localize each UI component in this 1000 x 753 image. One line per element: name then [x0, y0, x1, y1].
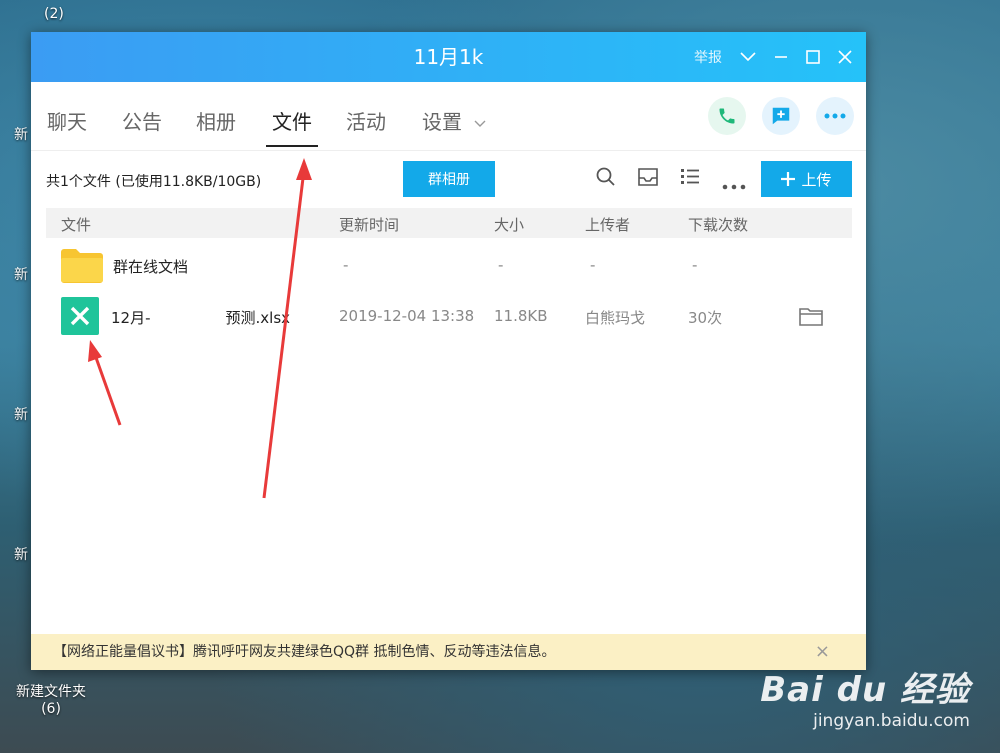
close-icon[interactable]: [838, 50, 852, 64]
group-album-button[interactable]: 群相册: [403, 161, 495, 197]
file-table-header: 文件 更新时间 大小 上传者 下载次数: [46, 208, 852, 238]
file-uploader: -: [590, 256, 596, 274]
upload-button-label: 上传: [801, 170, 832, 189]
column-header-updated[interactable]: 更新时间: [339, 214, 399, 235]
column-header-size[interactable]: 大小: [494, 214, 524, 235]
table-row[interactable]: 12月- 预测.xlsx 2019-12-04 13:38 11.8KB 白熊玛…: [46, 291, 852, 341]
desktop-icon-label-top: (2): [44, 6, 64, 22]
chat-button[interactable]: [762, 97, 800, 135]
desktop-folder-name: 新建文件夹: [16, 684, 86, 700]
column-header-uploader[interactable]: 上传者: [585, 214, 630, 235]
add-message-icon: [772, 107, 790, 125]
folder-icon: [61, 249, 103, 283]
file-uploader: 白熊玛戈: [585, 309, 646, 327]
file-name: 12月- 预测.xlsx: [111, 309, 291, 327]
report-button[interactable]: 举报: [694, 47, 722, 67]
chevron-down-icon: [474, 120, 486, 127]
phone-icon: [719, 108, 735, 124]
desktop-folder-count: (6): [41, 701, 61, 717]
file-name: 群在线文档: [113, 258, 189, 276]
table-row[interactable]: 群在线文档 - - - -: [46, 240, 852, 290]
chevron-down-icon[interactable]: [740, 52, 756, 62]
desktop-folder-label[interactable]: 新建文件夹 (6): [16, 681, 86, 717]
open-folder-icon[interactable]: [799, 306, 823, 326]
file-downloads: 30次: [688, 309, 723, 327]
watermark-url: jingyan.baidu.com: [813, 711, 970, 731]
file-size: 11.8KB: [494, 307, 548, 325]
column-header-downloads[interactable]: 下载次数: [688, 214, 748, 235]
more-dots-icon[interactable]: [722, 175, 746, 194]
search-icon[interactable]: [596, 167, 616, 191]
more-dots-icon: [824, 113, 846, 119]
file-downloads: -: [692, 256, 698, 274]
baidu-watermark: Bai du 经验 jingyan.baidu.com: [760, 662, 970, 731]
notice-bar: 【网络正能量倡议书】腾讯呼吁网友共建绿色QQ群 抵制色情、反动等违法信息。 ×: [31, 634, 866, 670]
storage-summary: 共1个文件 (已使用11.8KB/10GB): [46, 174, 262, 190]
tab-files[interactable]: 文件: [266, 106, 318, 147]
notice-text: 【网络正能量倡议书】腾讯呼吁网友共建绿色QQ群 抵制色情、反动等违法信息。: [53, 644, 556, 660]
desktop-side-label-4: 新: [14, 547, 28, 563]
tab-settings-label: 设置: [422, 110, 462, 134]
group-window: 11月1k 举报 聊天 公告 相册 文件 活动 设置 共1个文件 (已使用11.…: [31, 32, 866, 670]
minimize-icon[interactable]: [774, 50, 788, 64]
maximize-icon[interactable]: [806, 50, 820, 64]
excel-icon: [61, 297, 99, 335]
file-updated: -: [343, 256, 349, 274]
watermark-brand: Bai du 经验: [760, 670, 970, 710]
title-bar[interactable]: 11月1k 举报: [31, 32, 866, 82]
file-updated: 2019-12-04 13:38: [339, 307, 475, 325]
tab-chat[interactable]: 聊天: [47, 106, 87, 145]
more-options-button[interactable]: [816, 97, 854, 135]
desktop-side-label-1: 新: [14, 127, 28, 143]
list-view-icon[interactable]: [680, 167, 700, 189]
tab-album[interactable]: 相册: [196, 106, 236, 145]
tab-activity[interactable]: 活动: [346, 106, 386, 145]
plus-icon: [781, 172, 796, 186]
desktop-side-label-2: 新: [14, 267, 28, 283]
desktop-side-label-3: 新: [14, 407, 28, 423]
inbox-icon[interactable]: [637, 167, 659, 191]
file-toolbar: 共1个文件 (已使用11.8KB/10GB) 群相册 上传: [31, 150, 866, 207]
upload-button[interactable]: 上传: [761, 161, 852, 197]
tab-announcement[interactable]: 公告: [122, 106, 162, 145]
file-size: -: [498, 256, 504, 274]
call-button[interactable]: [708, 97, 746, 135]
column-header-file[interactable]: 文件: [61, 214, 91, 235]
tab-settings[interactable]: 设置: [422, 106, 486, 145]
